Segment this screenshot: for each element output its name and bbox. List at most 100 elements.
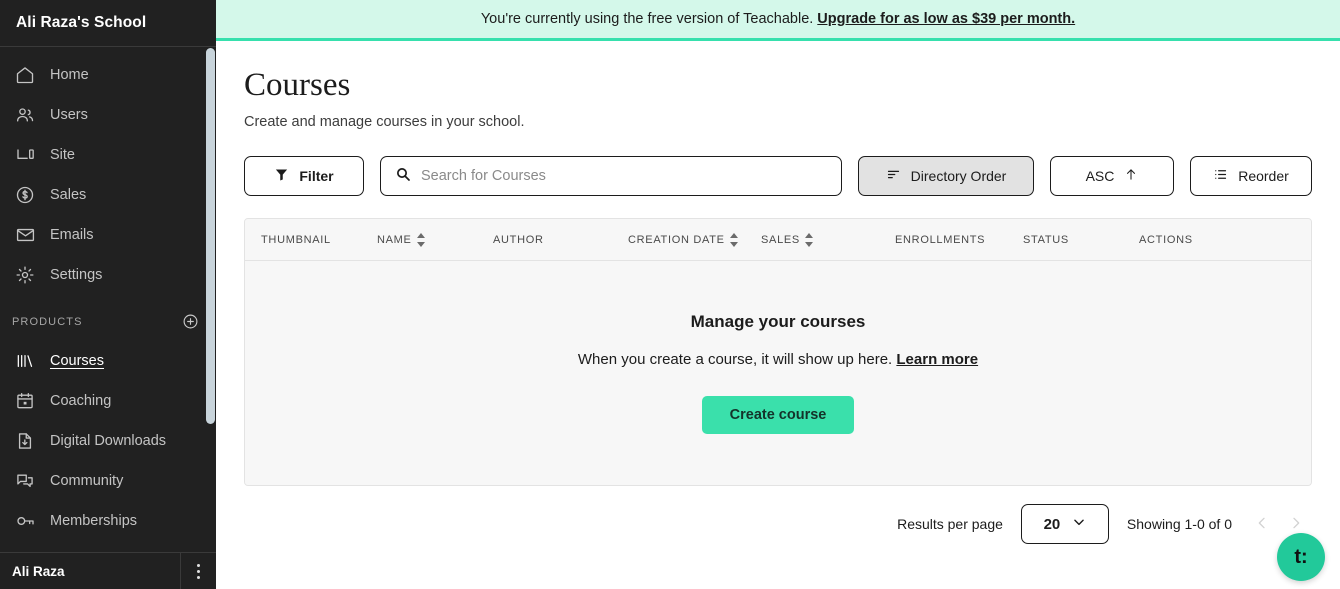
- chat-bubbles-icon: [12, 469, 38, 493]
- pagination-arrows: [1254, 514, 1304, 535]
- table-header-row: THUMBNAIL NAME AUTHOR CREATION DATE SALE…: [245, 219, 1311, 262]
- sort-arrows-icon: [804, 232, 813, 247]
- filter-button[interactable]: Filter: [244, 156, 364, 197]
- chevron-right-icon[interactable]: [1288, 514, 1304, 535]
- sidebar-item-label: Emails: [50, 227, 94, 243]
- courses-toolbar: Filter Director: [244, 156, 1312, 197]
- column-header-author: AUTHOR: [493, 234, 628, 246]
- funnel-icon: [274, 167, 289, 185]
- column-label: STATUS: [1023, 233, 1069, 246]
- file-download-icon: [12, 429, 38, 453]
- column-label: AUTHOR: [493, 233, 544, 246]
- gear-icon: [12, 263, 38, 287]
- search-box[interactable]: [380, 156, 842, 197]
- plus-circle-icon[interactable]: [182, 313, 200, 331]
- column-header-sales[interactable]: SALES: [761, 232, 895, 247]
- search-icon: [395, 166, 411, 187]
- empty-state-text: When you create a course, it will show u…: [577, 351, 893, 369]
- learn-more-link[interactable]: Learn more: [896, 351, 978, 368]
- chevron-down-icon: [1072, 515, 1086, 533]
- column-label: ACTIONS: [1139, 233, 1193, 246]
- reorder-button-label: Reorder: [1238, 168, 1289, 185]
- pagination-bar: Results per page 20 Showing 1-0 of 0: [244, 504, 1312, 545]
- column-header-thumbnail: THUMBNAIL: [245, 234, 377, 246]
- sidebar-item-settings[interactable]: Settings: [0, 255, 216, 295]
- sort-direction-button[interactable]: ASC: [1050, 156, 1174, 197]
- sidebar-item-users[interactable]: Users: [0, 95, 216, 135]
- calendar-icon: [12, 389, 38, 413]
- upgrade-banner: You're currently using the free version …: [216, 0, 1340, 41]
- sidebar-item-label: Digital Downloads: [50, 433, 167, 449]
- sidebar-item-label: Sales: [50, 187, 87, 203]
- products-section-header: PRODUCTS: [0, 295, 216, 341]
- sidebar-products-nav: Courses Coaching Digital Downloads Commu…: [0, 341, 216, 541]
- sort-arrows-icon: [729, 232, 738, 247]
- create-course-button[interactable]: Create course: [702, 396, 854, 435]
- search-input[interactable]: [421, 168, 827, 185]
- column-label: ENROLLMENTS: [895, 233, 986, 246]
- sidebar-scroll-area: Home Users Site Sales Emails Settings PR…: [0, 47, 216, 552]
- sidebar-item-sales[interactable]: Sales: [0, 175, 216, 215]
- kebab-menu-icon[interactable]: [180, 553, 216, 589]
- column-header-enrollments: ENROLLMENTS: [895, 234, 1023, 246]
- sidebar-scrollbar[interactable]: [205, 47, 216, 552]
- sidebar-item-label: Community: [50, 473, 124, 489]
- products-section-label: PRODUCTS: [12, 316, 83, 328]
- main-content: You're currently using the free version …: [216, 0, 1340, 589]
- sidebar-item-coaching[interactable]: Coaching: [0, 381, 216, 421]
- column-label: NAME: [377, 233, 412, 246]
- sidebar-item-label: Home: [50, 67, 89, 83]
- users-icon: [12, 103, 38, 127]
- results-per-page-select[interactable]: 20: [1020, 504, 1109, 545]
- sidebar-item-label: Courses: [50, 353, 104, 369]
- column-header-name[interactable]: NAME: [377, 232, 493, 247]
- upgrade-link[interactable]: Upgrade for as low as $39 per month.: [817, 11, 1075, 27]
- page-title: Courses: [244, 67, 351, 103]
- column-label: THUMBNAIL: [261, 233, 331, 246]
- column-header-actions: ACTIONS: [1139, 234, 1239, 246]
- envelope-icon: [12, 223, 38, 247]
- directory-order-label: Directory Order: [910, 168, 1007, 185]
- app-root: Ali Raza's School Home Users Site Sales …: [0, 0, 1340, 589]
- chevron-left-icon[interactable]: [1254, 514, 1270, 535]
- sidebar-item-memberships[interactable]: Memberships: [0, 501, 216, 541]
- column-label: CREATION DATE: [628, 233, 725, 246]
- sidebar-item-label: Users: [50, 107, 88, 123]
- showing-count: Showing 1-0 of 0: [1126, 516, 1232, 533]
- results-per-page-value: 20: [1043, 515, 1061, 533]
- sidebar-item-label: Memberships: [50, 513, 138, 529]
- sidebar-item-home[interactable]: Home: [0, 55, 216, 95]
- dollar-circle-icon: [12, 183, 38, 207]
- school-name: Ali Raza's School: [0, 0, 216, 47]
- site-icon: [12, 143, 38, 167]
- banner-text: You're currently using the free version …: [480, 11, 814, 27]
- sidebar-item-emails[interactable]: Emails: [0, 215, 216, 255]
- user-name: Ali Raza: [12, 563, 65, 579]
- column-header-creation-date[interactable]: CREATION DATE: [628, 232, 761, 247]
- sidebar-item-digital-downloads[interactable]: Digital Downloads: [0, 421, 216, 461]
- sidebar-item-courses[interactable]: Courses: [0, 341, 216, 381]
- sidebar-item-site[interactable]: Site: [0, 135, 216, 175]
- kebab-dots: [197, 563, 200, 579]
- sidebar-main-nav: Home Users Site Sales Emails Settings: [0, 47, 216, 295]
- courses-table: THUMBNAIL NAME AUTHOR CREATION DATE SALE…: [244, 218, 1312, 487]
- filter-button-label: Filter: [299, 168, 334, 185]
- empty-state-description: When you create a course, it will show u…: [578, 351, 978, 368]
- sidebar-item-label: Coaching: [50, 393, 112, 409]
- empty-state-title: Manage your courses: [690, 312, 866, 332]
- directory-order-button[interactable]: Directory Order: [858, 156, 1034, 197]
- teachable-help-fab[interactable]: t:: [1277, 533, 1325, 581]
- sort-lines-icon: [886, 167, 901, 185]
- column-header-status: STATUS: [1023, 234, 1139, 246]
- sidebar-item-community[interactable]: Community: [0, 461, 216, 501]
- table-empty-state: Manage your courses When you create a co…: [245, 261, 1311, 486]
- results-per-page-label: Results per page: [897, 516, 1003, 533]
- key-icon: [12, 509, 38, 533]
- page-content: Courses Create and manage courses in you…: [216, 41, 1340, 545]
- sidebar-user-footer: Ali Raza: [0, 552, 216, 589]
- column-label: SALES: [761, 233, 800, 246]
- page-subtitle: Create and manage courses in your school…: [244, 114, 525, 131]
- reorder-button[interactable]: Reorder: [1190, 156, 1312, 197]
- sort-arrows-icon: [416, 232, 425, 247]
- sidebar-scrollbar-thumb[interactable]: [206, 48, 215, 424]
